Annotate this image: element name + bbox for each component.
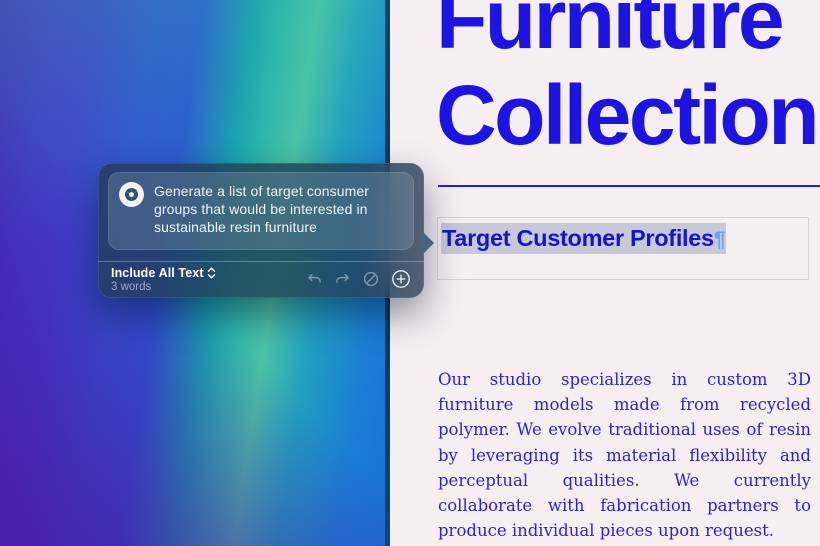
popup-tail-pointer bbox=[423, 232, 434, 254]
openai-logo-icon bbox=[119, 182, 144, 207]
chevron-up-down-icon bbox=[207, 267, 216, 279]
add-button[interactable] bbox=[391, 269, 411, 289]
document-page[interactable]: Furniture Collection Target Customer Pro… bbox=[390, 0, 820, 546]
pilcrow-mark: ¶ bbox=[714, 228, 725, 251]
word-count: 3 words bbox=[111, 281, 216, 293]
retry-button[interactable] bbox=[362, 270, 380, 288]
prompt-text: Generate a list of target consumer group… bbox=[154, 182, 403, 236]
document-title: Furniture Collection bbox=[436, 0, 820, 163]
title-divider-line bbox=[438, 185, 820, 187]
plus-circle-icon bbox=[391, 269, 411, 289]
retry-icon bbox=[362, 270, 380, 288]
screen: Furniture Collection Target Customer Pro… bbox=[0, 0, 820, 546]
redo-icon bbox=[334, 271, 351, 288]
body-paragraph[interactable]: Our studio specializes in custom 3D furn… bbox=[438, 367, 811, 543]
include-all-text-selector[interactable]: Include All Text bbox=[111, 266, 216, 280]
section-heading-text[interactable]: Target Customer Profiles bbox=[442, 225, 714, 251]
redo-button[interactable] bbox=[334, 271, 351, 288]
prompt-bubble: Generate a list of target consumer group… bbox=[108, 172, 414, 250]
undo-icon bbox=[306, 271, 323, 288]
undo-button[interactable] bbox=[306, 271, 323, 288]
popup-toolbar: Include All Text 3 words bbox=[98, 261, 424, 298]
section-heading-textbox[interactable]: Target Customer Profiles¶ bbox=[437, 217, 809, 280]
ai-assistant-popup: Generate a list of target consumer group… bbox=[98, 163, 424, 298]
include-all-text-label: Include All Text bbox=[111, 266, 204, 280]
